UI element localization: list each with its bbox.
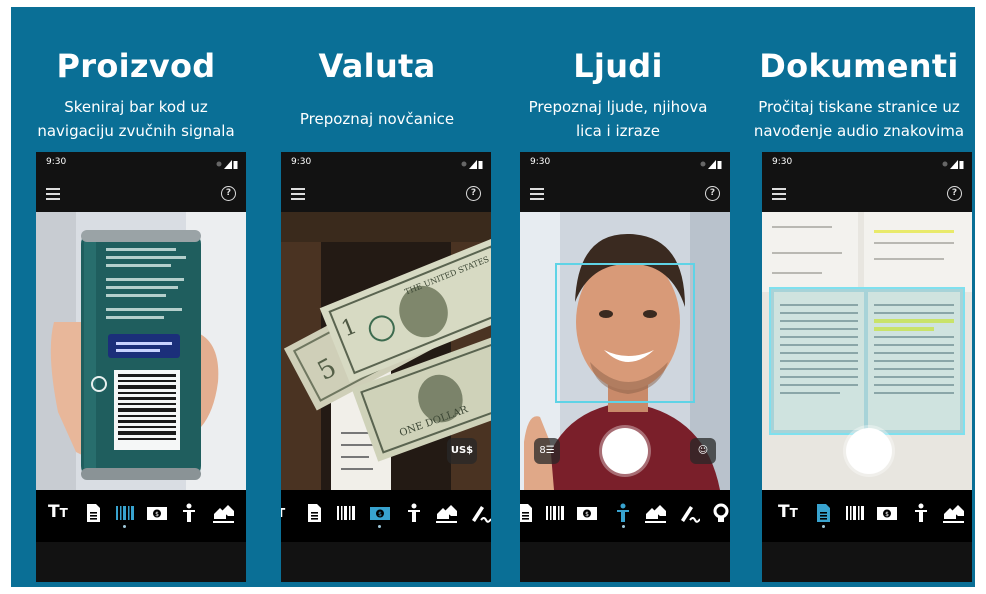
menu-icon[interactable] (530, 188, 544, 200)
panel-title: Ljudi (573, 47, 663, 85)
status-time: 9:30 (530, 157, 551, 167)
panel-title: Valuta (318, 47, 436, 85)
product-can-image (36, 212, 246, 490)
scene-icon[interactable] (435, 502, 457, 524)
help-icon[interactable]: ? (705, 186, 720, 201)
camera-view (762, 212, 972, 490)
subtitle-line: Skeniraj bar kod uz (64, 98, 208, 116)
panel-subtitle: Skeniraj bar kod uz navigaciju zvučnih s… (16, 95, 256, 143)
subtitle-line: Pročitaj tiskane stranice uz (758, 98, 960, 116)
svg-text:$: $ (585, 511, 589, 518)
promo-banner: Proizvod Skeniraj bar kod uz navigaciju … (11, 7, 975, 587)
face-switch-icon[interactable]: ☺ (690, 438, 716, 464)
status-time: 9:30 (772, 157, 793, 167)
panel-people: Ljudi Prepoznaj ljude, njihova lica i iz… (498, 7, 738, 587)
subtitle-line: navigaciju zvučnih signala (37, 122, 235, 140)
menu-icon[interactable] (46, 188, 60, 200)
scene-icon[interactable] (644, 502, 666, 524)
person-icon[interactable] (612, 502, 634, 524)
signal-icon (216, 160, 238, 169)
status-bar: 9:30 (530, 157, 722, 171)
panel-subtitle: Prepoznaj ljude, njihova lica i izraze (498, 95, 738, 143)
camera-view (36, 212, 246, 490)
active-tab-indicator (123, 525, 126, 528)
status-time: 9:30 (291, 157, 312, 167)
app-bar: ? (762, 180, 972, 210)
svg-text:$: $ (155, 511, 159, 518)
subtitle-line: navođenje audio znakovima (753, 122, 965, 140)
currency-badge[interactable]: US$ (447, 438, 477, 464)
active-tab-indicator (622, 525, 625, 528)
tab-text[interactable]: T (281, 502, 285, 522)
mode-tab-bar: TT $ (762, 490, 972, 542)
person-icon[interactable] (403, 502, 425, 524)
help-icon[interactable]: ? (221, 186, 236, 201)
scene-icon[interactable] (942, 502, 964, 524)
svg-text:$: $ (378, 511, 382, 518)
signal-icon (700, 160, 722, 169)
help-icon[interactable]: ? (466, 186, 481, 201)
barcode-icon[interactable] (114, 502, 136, 524)
status-bar: 9:30 (46, 157, 238, 171)
barcode-icon[interactable] (544, 502, 566, 524)
person-icon[interactable] (910, 502, 932, 524)
shutter-button[interactable] (602, 428, 648, 474)
phone-screen: 9:30 ? (520, 152, 730, 582)
barcode-icon[interactable] (335, 502, 357, 524)
active-tab-indicator (378, 525, 381, 528)
handwriting-icon[interactable] (678, 502, 701, 524)
signal-icon (942, 160, 964, 169)
document-icon[interactable] (812, 502, 834, 524)
app-bar: ? (281, 180, 491, 210)
phone-screen: 9:30 ? 5 1 THE UNITED STATES ONE DOLLAR … (281, 152, 491, 582)
currency-icon[interactable]: $ (146, 502, 168, 524)
subtitle-line: lica i izraze (576, 122, 660, 140)
currency-icon[interactable]: $ (876, 502, 898, 524)
person-icon[interactable] (178, 502, 200, 524)
help-icon[interactable]: ? (947, 186, 962, 201)
currency-icon[interactable]: $ (576, 502, 598, 524)
document-icon[interactable] (303, 502, 325, 524)
menu-icon[interactable] (772, 188, 786, 200)
document-icon[interactable] (520, 502, 536, 524)
app-bar: ? (36, 180, 246, 210)
mode-tab-bar: $ (520, 490, 730, 542)
signal-icon (461, 160, 483, 169)
subtitle-line: Prepoznaj novčanice (299, 110, 455, 128)
status-bar: 9:30 (291, 157, 483, 171)
status-time: 9:30 (46, 157, 67, 167)
panel-documents: Dokumenti Pročitaj tiskane stranice uz n… (739, 7, 975, 587)
shutter-button[interactable] (846, 428, 892, 474)
tab-text[interactable]: TT (778, 502, 798, 522)
phone-screen: 9:30 ? (762, 152, 972, 582)
mode-tab-bar: T $ (281, 490, 491, 542)
subtitle-line: Prepoznaj ljude, njihova (528, 98, 708, 116)
status-bar: 9:30 (772, 157, 964, 171)
phone-screen: 9:30 ? (36, 152, 246, 582)
menu-icon[interactable] (291, 188, 305, 200)
mode-tab-bar: TT $ (36, 490, 246, 542)
panel-title: Proizvod (56, 47, 216, 85)
person-details-icon[interactable]: 8☰ (534, 438, 560, 464)
tab-text[interactable]: TT (48, 502, 68, 522)
active-tab-indicator (822, 525, 825, 528)
barcode-icon[interactable] (844, 502, 866, 524)
panel-subtitle: Prepoznaj novčanice (257, 107, 497, 131)
svg-text:$: $ (885, 511, 889, 518)
panel-currency: Valuta Prepoznaj novčanice 9:30 ? 5 1 TH… (257, 7, 497, 587)
scene-icon[interactable] (212, 502, 234, 524)
panel-subtitle: Pročitaj tiskane stranice uz navođenje a… (739, 95, 975, 143)
camera-view: 8☰ ☺ (520, 212, 730, 490)
currency-icon[interactable]: $ (369, 502, 391, 524)
panel-title: Dokumenti (759, 47, 959, 85)
document-icon[interactable] (82, 502, 104, 524)
camera-view: 5 1 THE UNITED STATES ONE DOLLAR US$ (281, 212, 491, 490)
app-bar: ? (520, 180, 730, 210)
panel-product: Proizvod Skeniraj bar kod uz navigaciju … (16, 7, 256, 587)
handwriting-icon[interactable] (469, 502, 491, 524)
light-icon[interactable] (710, 502, 730, 524)
